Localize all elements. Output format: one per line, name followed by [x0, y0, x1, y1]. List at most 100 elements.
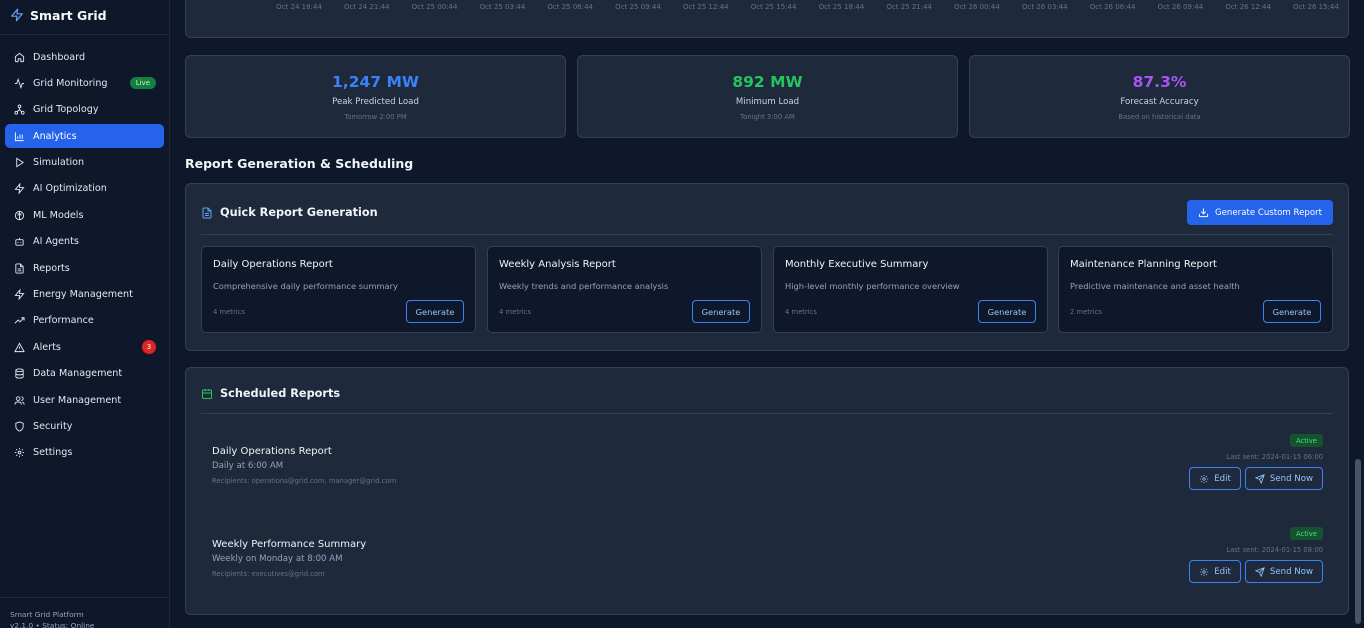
- schedule-title: Daily Operations Report: [212, 446, 332, 457]
- sidebar-item-label: ML Models: [33, 209, 84, 221]
- scheduled-report-row: Weekly Performance Summary Weekly on Mon…: [186, 527, 1348, 628]
- sidebar-item-dashboard[interactable]: Dashboard: [5, 45, 164, 69]
- sidebar-item-ai-agents[interactable]: AI Agents: [5, 230, 164, 254]
- report-description: High-level monthly performance overview: [785, 281, 960, 291]
- chart-x-tick-label: Oct 26 12:44: [1225, 3, 1272, 11]
- chart-x-tick-label: Oct 24 18:44: [276, 3, 322, 11]
- sidebar-item-ml-models[interactable]: ML Models: [5, 203, 164, 227]
- generate-button[interactable]: Generate: [692, 300, 750, 323]
- platform-status: v2.1.0 • Status: Online: [10, 621, 95, 628]
- platform-name: Smart Grid Platform: [10, 610, 84, 619]
- stat-value: 1,247 MW: [332, 73, 419, 91]
- generate-button[interactable]: Generate: [978, 300, 1036, 323]
- zap-icon: [11, 8, 23, 22]
- button-label: Send Now: [1269, 473, 1313, 484]
- chart-x-tick-label: Oct 26 00:44: [954, 3, 1000, 11]
- schedule-title: Weekly Performance Summary: [212, 539, 367, 550]
- sidebar-item-grid-monitoring[interactable]: Grid Monitoring Live: [5, 71, 164, 95]
- scrollbar[interactable]: [1352, 0, 1364, 628]
- brand[interactable]: Smart Grid: [10, 6, 107, 24]
- generate-button[interactable]: Generate: [1263, 300, 1321, 323]
- chart-x-tick-label: Oct 25 15:44: [750, 3, 797, 11]
- sidebar-item-label: Energy Management: [33, 289, 133, 301]
- file-icon: [15, 263, 24, 274]
- generate-button[interactable]: Generate: [406, 300, 464, 323]
- users-icon: [14, 395, 25, 405]
- sidebar-item-user-management[interactable]: User Management: [5, 388, 164, 412]
- send-now-button[interactable]: Send Now: [1244, 467, 1323, 490]
- sidebar: Smart Grid Dashboard Grid Monitoring Liv…: [0, 0, 170, 628]
- report-title: Maintenance Planning Report: [1070, 259, 1217, 270]
- sidebar-item-data-management[interactable]: Data Management: [5, 362, 164, 386]
- stat-sub: Tonight 3:00 AM: [740, 113, 795, 121]
- chart-x-tick-label: Oct 26 06:44: [1089, 3, 1136, 11]
- live-badge: Live: [129, 77, 156, 90]
- chart-x-tick-label: Oct 25 00:44: [411, 3, 458, 11]
- status-badge: Active: [1289, 527, 1323, 540]
- sidebar-item-ai-optimization[interactable]: AI Optimization: [5, 177, 164, 201]
- activity-icon: [14, 77, 25, 89]
- send-now-button[interactable]: Send Now: [1244, 560, 1323, 583]
- row-actions: Edit Send Now: [1189, 467, 1323, 490]
- report-card-daily-operations: Daily Operations Report Comprehensive da…: [201, 246, 476, 333]
- scheduled-reports-panel: Scheduled Reports Daily Operations Repor…: [185, 367, 1349, 615]
- stat-label: Minimum Load: [735, 97, 800, 107]
- sidebar-item-analytics[interactable]: Analytics: [5, 124, 164, 149]
- edit-button[interactable]: Edit: [1189, 560, 1241, 583]
- shield-icon: [15, 421, 24, 432]
- schedule-recipients: Recipients: executives@grid.com: [212, 570, 325, 578]
- chart-x-tick-label: Oct 24 21:44: [343, 3, 390, 11]
- sidebar-item-label: Alerts: [33, 341, 61, 353]
- network-icon: [14, 104, 25, 115]
- stat-label: Peak Predicted Load: [332, 97, 419, 107]
- stat-value: 87.3%: [1132, 73, 1187, 91]
- button-label: Send Now: [1269, 566, 1313, 577]
- zap-icon: [14, 183, 25, 195]
- report-metrics-count: 4 metrics: [213, 308, 245, 316]
- sidebar-item-energy-management[interactable]: Energy Management: [5, 283, 164, 307]
- schedule-frequency: Weekly on Monday at 8:00 AM: [212, 554, 343, 564]
- button-label: Generate Custom Report: [1214, 207, 1322, 218]
- scrollbar-thumb[interactable]: [1355, 459, 1361, 624]
- sidebar-item-settings[interactable]: Settings: [5, 441, 164, 465]
- app-title: Smart Grid: [30, 7, 107, 23]
- trending-up-icon: [14, 317, 25, 324]
- sidebar-item-security[interactable]: Security: [5, 414, 164, 438]
- send-icon: [1254, 473, 1265, 484]
- sidebar-item-performance[interactable]: Performance: [5, 309, 164, 333]
- sidebar-item-label: Simulation: [33, 157, 85, 169]
- stat-card-forecast-accuracy: 87.3% Forecast Accuracy Based on histori…: [969, 55, 1350, 138]
- bar-chart-icon: [14, 132, 24, 141]
- calendar-icon: [202, 388, 212, 399]
- panel-header: Quick Report Generation: [201, 206, 378, 219]
- scheduled-report-row: Daily Operations Report Daily at 6:00 AM…: [186, 434, 1348, 536]
- brain-icon: [14, 210, 25, 220]
- sidebar-item-reports[interactable]: Reports: [5, 256, 164, 280]
- sidebar-item-label: Grid Topology: [33, 104, 99, 116]
- sidebar-item-label: Settings: [33, 447, 73, 459]
- sidebar-item-alerts[interactable]: Alerts 3: [5, 335, 164, 359]
- generate-custom-report-button[interactable]: Generate Custom Report: [1187, 200, 1333, 225]
- schedule-recipients: Recipients: operations@grid.com, manager…: [212, 477, 397, 485]
- gear-icon: [14, 448, 25, 458]
- database-icon: [15, 368, 24, 379]
- chart-x-tick-label: Oct 25 12:44: [682, 3, 729, 11]
- report-title: Monthly Executive Summary: [785, 259, 929, 270]
- last-sent: Last sent: 2024-01-15 08:00: [1226, 546, 1323, 554]
- sidebar-item-label: Data Management: [33, 368, 123, 380]
- report-card-maintenance-planning: Maintenance Planning Report Predictive m…: [1058, 246, 1333, 333]
- sidebar-item-grid-topology[interactable]: Grid Topology: [5, 98, 164, 122]
- alert-count-badge: 3: [142, 340, 156, 355]
- sidebar-item-simulation[interactable]: Simulation: [5, 151, 164, 175]
- sidebar-item-label: User Management: [33, 394, 122, 406]
- report-metrics-count: 2 metrics: [1070, 308, 1102, 316]
- download-icon: [1198, 208, 1209, 218]
- play-icon: [16, 157, 25, 168]
- report-title: Daily Operations Report: [213, 259, 333, 270]
- edit-button[interactable]: Edit: [1189, 467, 1241, 490]
- report-card-monthly-executive: Monthly Executive Summary High-level mon…: [773, 246, 1048, 333]
- chart-x-tick-label: Oct 25 18:44: [818, 3, 865, 11]
- divider: [0, 34, 170, 35]
- sidebar-item-label: Performance: [33, 315, 94, 327]
- sidebar-item-label: Security: [33, 420, 73, 432]
